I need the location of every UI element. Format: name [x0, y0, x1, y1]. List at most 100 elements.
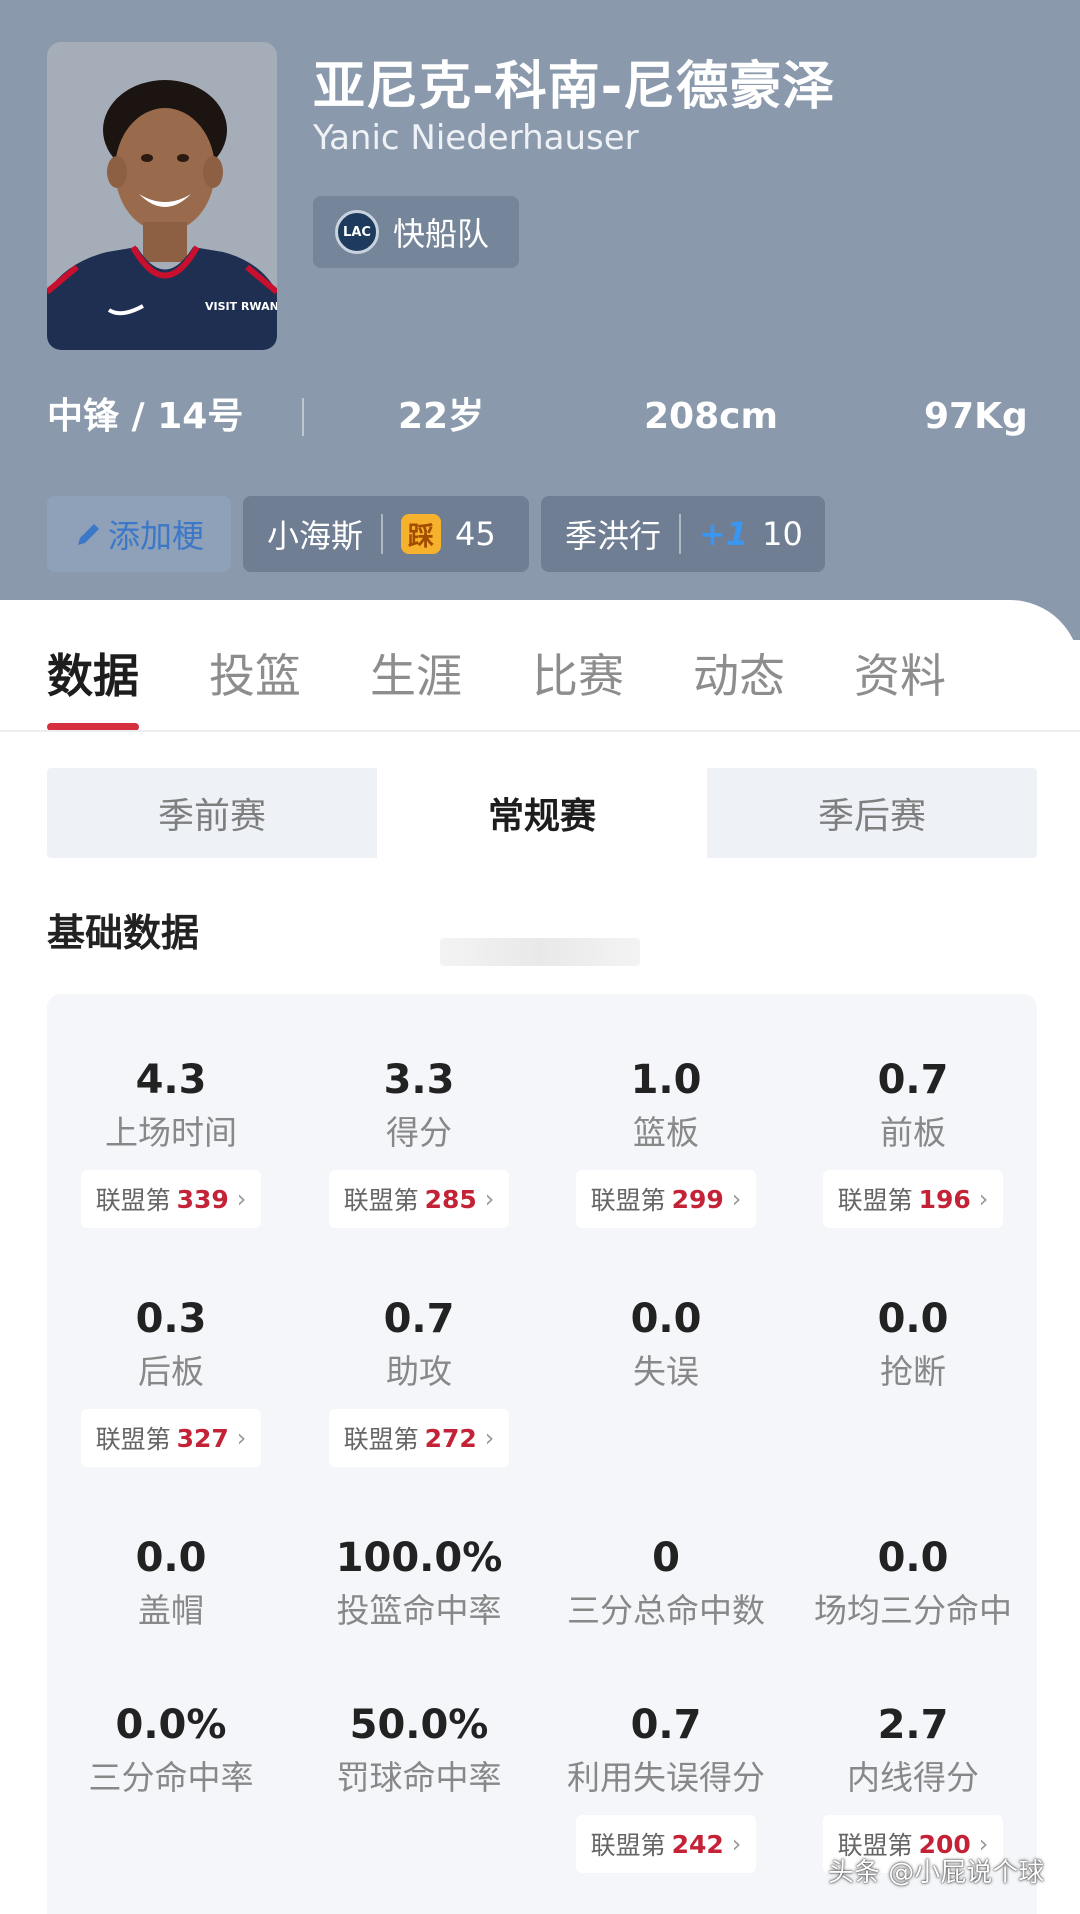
stat-value: 0: [652, 1535, 680, 1581]
chevron-right-icon: ›: [236, 1185, 247, 1213]
stat-value: 0.3: [135, 1296, 207, 1342]
stat-three-pointers-made-total: 0 三分总命中数: [542, 1530, 790, 1636]
league-rank-button[interactable]: 联盟第 272 ›: [329, 1409, 509, 1467]
section-title: 基础数据: [47, 911, 200, 955]
segment-playoffs[interactable]: 季后赛: [707, 768, 1037, 858]
rank-prefix: 联盟第: [837, 1186, 913, 1215]
nickname-chip-1[interactable]: 小海斯 踩 45: [243, 496, 529, 572]
rank-prefix: 联盟第: [590, 1186, 666, 1215]
segment-preseason[interactable]: 季前赛: [47, 768, 377, 858]
stat-points-off-turnovers: 0.7 利用失误得分 联盟第 242 ›: [542, 1697, 790, 1873]
player-info-row: 中锋 / 14号 22岁 208cm 97Kg: [0, 390, 1080, 444]
tab-bar: 数据 投篮 生涯 比赛 动态 资料: [0, 640, 1080, 730]
league-rank-button[interactable]: 联盟第 285 ›: [329, 1170, 509, 1228]
team-chip[interactable]: LAC 快船队: [313, 196, 519, 268]
blurred-strip: [440, 938, 640, 966]
tab-divider: [0, 730, 1080, 732]
chip-separator: [381, 514, 384, 554]
player-header: VISIT RWANDA 亚尼克-科南-尼德豪泽 Yanic Niederhau…: [0, 0, 1080, 640]
league-rank-button[interactable]: 联盟第 196 ›: [823, 1170, 1003, 1228]
stat-label: 盖帽: [138, 1591, 204, 1630]
stat-label: 篮板: [633, 1113, 699, 1152]
tab-games[interactable]: 比赛: [532, 640, 624, 706]
stat-label: 助攻: [386, 1352, 452, 1391]
team-logo-text: LAC: [343, 224, 371, 240]
stat-label: 抢断: [880, 1352, 946, 1391]
add-nickname-button[interactable]: 添加梗: [47, 496, 231, 572]
stat-value: 100.0%: [335, 1535, 503, 1581]
player-photo-image: VISIT RWANDA: [47, 42, 277, 350]
stat-minutes: 4.3 上场时间 联盟第 339 ›: [47, 1052, 295, 1228]
stat-value: 0.7: [877, 1057, 949, 1103]
stat-value: 0.7: [630, 1702, 702, 1748]
watermark: 头条 @小屁说个球: [828, 1858, 1045, 1888]
rank-prefix: 联盟第: [343, 1425, 419, 1454]
stat-label: 上场时间: [105, 1113, 237, 1152]
stat-label: 得分: [386, 1113, 452, 1152]
tab-career[interactable]: 生涯: [370, 640, 462, 706]
stat-fg-percentage: 100.0% 投篮命中率: [295, 1530, 543, 1636]
stat-label: 前板: [880, 1113, 946, 1152]
tab-news[interactable]: 动态: [693, 640, 785, 706]
stat-ft-percentage: 50.0% 罚球命中率: [295, 1697, 543, 1803]
stat-three-pointers-per-game: 0.0 场均三分命中: [789, 1530, 1037, 1636]
stat-assists: 0.7 助攻 联盟第 272 ›: [295, 1291, 543, 1467]
tab-profile[interactable]: 资料: [854, 640, 946, 706]
league-rank-button[interactable]: 联盟第 242 ›: [576, 1815, 756, 1873]
nickname-2-label: 季洪行: [565, 517, 662, 555]
segment-regular-season[interactable]: 常规赛: [377, 768, 707, 858]
nickname-1-count: 45: [455, 515, 496, 553]
jersey-text: VISIT RWANDA: [205, 300, 277, 313]
rank-number: 196: [918, 1184, 971, 1214]
rank-number: 339: [176, 1184, 229, 1214]
add-nickname-label: 添加梗: [107, 517, 204, 555]
stat-value: 1.0: [630, 1057, 702, 1103]
plus-one-badge-icon: +1: [699, 515, 749, 553]
rank-number: 327: [176, 1423, 229, 1453]
rank-number: 242: [671, 1829, 724, 1859]
stat-turnovers: 0.0 失误: [542, 1291, 790, 1397]
stat-value: 50.0%: [349, 1702, 489, 1748]
stat-label: 罚球命中率: [336, 1758, 502, 1797]
stat-value: 0.0: [135, 1535, 207, 1581]
position-number: 中锋 / 14号: [47, 396, 244, 437]
stat-rebounds: 1.0 篮板 联盟第 299 ›: [542, 1052, 790, 1228]
pencil-icon: [77, 524, 99, 545]
badge-1-text: 踩: [408, 521, 435, 552]
rank-prefix: 联盟第: [95, 1425, 171, 1454]
league-rank-button[interactable]: 联盟第 327 ›: [81, 1409, 261, 1467]
stat-blocks: 0.0 盖帽: [47, 1530, 295, 1636]
stat-steals: 0.0 抢断: [789, 1291, 1037, 1397]
footprint-badge-icon: 踩: [401, 514, 442, 554]
weight: 97Kg: [924, 396, 1028, 437]
rank-prefix: 联盟第: [95, 1186, 171, 1215]
stat-three-point-percentage: 0.0% 三分命中率: [47, 1697, 295, 1803]
nickname-1-label: 小海斯: [267, 517, 364, 555]
stat-label: 利用失误得分: [567, 1758, 765, 1797]
stat-label: 投篮命中率: [336, 1591, 502, 1630]
tab-shooting[interactable]: 投篮: [209, 640, 301, 706]
nickname-chip-2[interactable]: 季洪行 +1 10: [541, 496, 825, 572]
player-name: 亚尼克-科南-尼德豪泽: [313, 57, 836, 117]
league-rank-button[interactable]: 联盟第 299 ›: [576, 1170, 756, 1228]
tab-data[interactable]: 数据: [47, 640, 139, 706]
player-photo: VISIT RWANDA: [47, 42, 277, 350]
rank-number: 272: [424, 1423, 477, 1453]
rank-number: 299: [671, 1184, 724, 1214]
content-card: 数据 投篮 生涯 比赛 动态 资料 季前赛 常规赛 季后赛 基础数据 4.3 上…: [0, 600, 1080, 1914]
chevron-right-icon: ›: [731, 1185, 742, 1213]
stat-offensive-rebounds: 0.7 前板 联盟第 196 ›: [789, 1052, 1037, 1228]
stat-points: 3.3 得分 联盟第 285 ›: [295, 1052, 543, 1228]
stat-points-in-paint: 2.7 内线得分 联盟第 200 ›: [789, 1697, 1037, 1873]
chevron-right-icon: ›: [236, 1424, 247, 1452]
clippers-logo-icon: LAC: [335, 210, 379, 254]
stat-label: 内线得分: [847, 1758, 979, 1797]
chevron-right-icon: ›: [978, 1185, 989, 1213]
season-type-segmented-control: 季前赛 常规赛 季后赛: [47, 768, 1037, 858]
stat-label: 三分总命中数: [567, 1591, 765, 1630]
player-english-name: Yanic Niederhauser: [313, 118, 639, 158]
stat-label: 场均三分命中: [814, 1591, 1012, 1630]
stat-value: 0.0%: [115, 1702, 227, 1748]
age: 22岁: [398, 396, 485, 437]
league-rank-button[interactable]: 联盟第 339 ›: [81, 1170, 261, 1228]
